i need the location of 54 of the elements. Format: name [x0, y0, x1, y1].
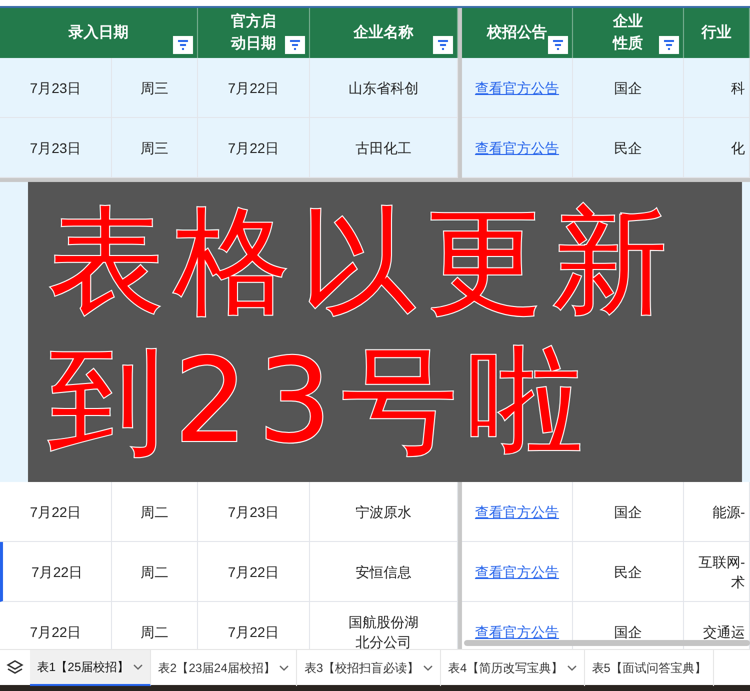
caret-icon[interactable] [279, 664, 290, 670]
caret-icon[interactable] [133, 664, 144, 670]
horizontal-scrollbar[interactable] [464, 640, 750, 646]
tab-label: 表4【简历改写宝典】 [448, 660, 563, 676]
caret-icon[interactable] [423, 664, 434, 670]
tab-label: 表3【校招扫盲必读】 [304, 660, 420, 676]
table-cell: 能源- [684, 482, 750, 542]
table-cell: 安恒信息 [310, 542, 458, 602]
table-cell: 7月22日 [0, 542, 112, 602]
filter-icon[interactable] [548, 36, 568, 54]
table-cell: 周二 [112, 542, 198, 602]
column-header: 企业性质 [573, 8, 684, 58]
table-cell: 古田化工 [310, 118, 458, 178]
table-cell: 7月22日 [198, 542, 310, 602]
table-cell: 周三 [112, 58, 198, 118]
table-cell: 7月23日 [0, 58, 112, 118]
table-cell: 科 [684, 58, 750, 118]
table-cell: 互联网-术 [684, 542, 750, 602]
table-cell: 宁波原水 [310, 482, 458, 542]
filter-icon[interactable] [285, 36, 305, 54]
tab-label: 表5【面试问答宝典】 [592, 660, 706, 676]
caret-icon[interactable] [566, 664, 577, 670]
notice-link[interactable]: 查看官方公告 [475, 502, 559, 522]
table-cell: 化 [684, 118, 750, 178]
column-header: 官方启动日期 [198, 8, 310, 58]
tab-label: 表1【25届校招】 [37, 658, 130, 676]
announcement-text: 表格以更新 [48, 193, 678, 331]
table-cell: 周二 [112, 482, 198, 542]
table-cell: 国企 [573, 58, 684, 118]
notice-link[interactable]: 查看官方公告 [475, 78, 559, 98]
table-cell: 7月22日 [198, 118, 310, 178]
filter-icon[interactable] [173, 36, 193, 54]
table-cell: 7月23日 [198, 482, 310, 542]
table-cell: 民企 [573, 542, 684, 602]
notice-link[interactable]: 查看官方公告 [475, 562, 559, 582]
column-header: 校招公告 [462, 8, 573, 58]
column-header: 录入日期 [0, 8, 198, 58]
filter-icon[interactable] [433, 36, 453, 54]
table-cell: 7月22日 [0, 482, 112, 542]
column-header: 企业名称 [310, 8, 458, 58]
column-header: 行业 [684, 8, 750, 58]
table-cell: 国企 [573, 482, 684, 542]
filter-icon[interactable] [659, 36, 679, 54]
table-cell: 7月22日 [198, 58, 310, 118]
table-cell: 7月23日 [0, 118, 112, 178]
tab-label: 表2【23届24届校招】 [158, 660, 276, 676]
layers-icon[interactable] [6, 658, 24, 676]
table-cell: 民企 [573, 118, 684, 178]
notice-link[interactable]: 查看官方公告 [475, 622, 559, 642]
notice-link[interactable]: 查看官方公告 [475, 138, 559, 158]
announcement-text: 到23号啦 [48, 333, 594, 471]
table-cell: 周三 [112, 118, 198, 178]
table-cell: 山东省科创 [310, 58, 458, 118]
sheet-tab[interactable]: 表1【25届校招】 [30, 650, 152, 686]
